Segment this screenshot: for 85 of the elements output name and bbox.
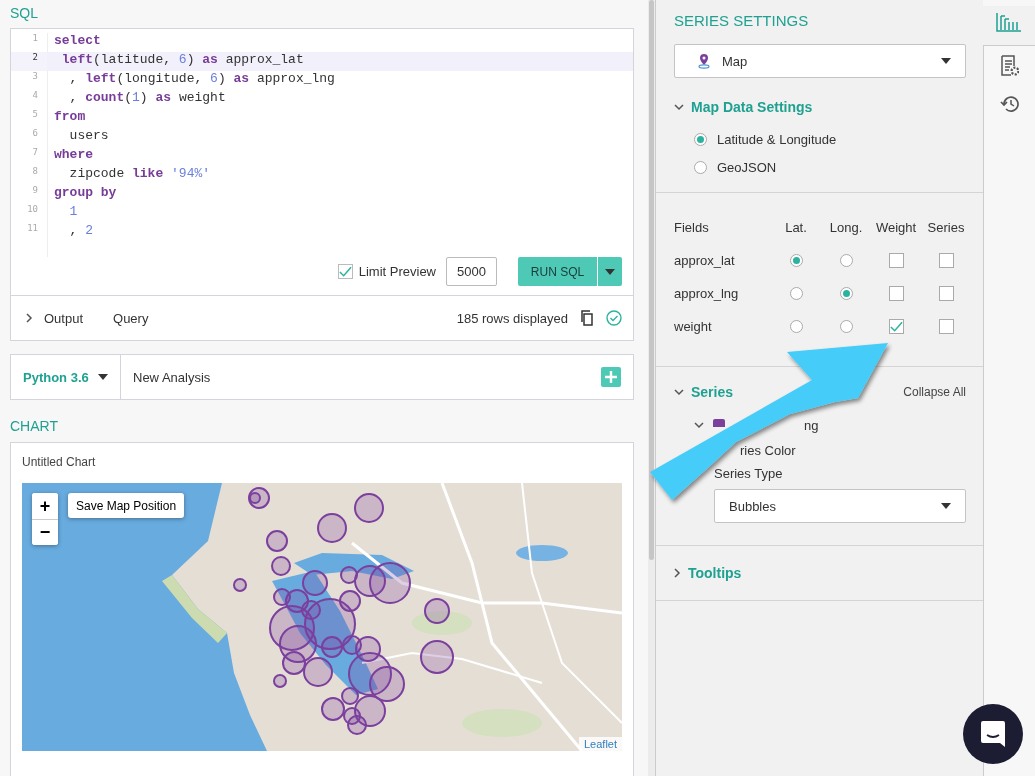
checkbox[interactable] — [888, 253, 904, 268]
line-number: 11 — [26, 223, 39, 235]
chevron-icon — [26, 313, 33, 323]
checkbox[interactable] — [337, 264, 353, 279]
checkbox[interactable] — [888, 319, 904, 334]
code-line[interactable]: zipcode like '94%' — [47, 166, 633, 185]
success-icon — [606, 310, 622, 326]
output-tab[interactable]: Output — [26, 310, 84, 326]
column-header: Weight — [874, 220, 918, 235]
chart-icon — [996, 12, 1022, 32]
checkbox[interactable] — [938, 319, 954, 334]
caret-icon — [98, 374, 108, 380]
caret-icon — [941, 503, 951, 509]
radio-button[interactable] — [789, 254, 803, 267]
analysis-name: New Analysis — [133, 369, 211, 385]
code-line[interactable]: where — [47, 147, 633, 166]
attribution-link[interactable]: Leaflet — [578, 737, 622, 751]
line-number: 10 — [26, 204, 39, 216]
code-line[interactable]: users — [47, 128, 633, 147]
report-settings-icon — [1000, 55, 1019, 77]
radio-button[interactable] — [839, 287, 853, 300]
column-header: Fields — [674, 220, 710, 235]
chart-title: Untitled Chart — [22, 455, 97, 471]
radio-button[interactable] — [839, 254, 853, 267]
column-header: Lat. — [784, 220, 808, 235]
code-line[interactable]: group by — [47, 185, 633, 204]
radio-button[interactable] — [789, 320, 803, 333]
chart-type-dropdown[interactable]: Map — [674, 44, 966, 78]
radio-label: GeoJSON — [717, 159, 777, 175]
line-number: 4 — [31, 90, 39, 102]
radio-button[interactable] — [694, 132, 707, 146]
dropdown-button[interactable] — [598, 257, 622, 286]
copy-icon[interactable] — [580, 310, 594, 326]
code-line[interactable]: 1 — [47, 204, 633, 223]
line-number: 5 — [31, 109, 39, 121]
line-number: 7 — [31, 147, 39, 159]
zoom-out-button[interactable]: − — [32, 519, 58, 545]
field-name: weight — [674, 319, 713, 334]
column-header: Long. — [828, 220, 864, 235]
collapse-all-button[interactable]: Collapse All — [903, 385, 966, 399]
series-name: ng — [804, 417, 819, 433]
line-number: 2 — [11, 52, 47, 71]
radio-label: Latitude & Longitude — [717, 131, 837, 147]
history-icon — [999, 95, 1020, 113]
column-header: Series — [926, 220, 966, 235]
code-line[interactable]: , count(1) as weight — [47, 90, 633, 109]
add-button[interactable] — [601, 367, 621, 387]
code-line[interactable]: select — [47, 33, 633, 52]
checkbox[interactable] — [938, 253, 954, 268]
checkbox[interactable] — [938, 286, 954, 301]
chat-icon — [980, 720, 1006, 748]
chevron-icon — [674, 568, 681, 578]
line-number: 9 — [31, 185, 39, 197]
rows-status: 185 rows displayed — [456, 310, 568, 326]
chevron-icon[interactable] — [694, 421, 704, 429]
page-title: SERIES SETTINGS — [674, 11, 810, 30]
save-map-position-button[interactable]: Save Map Position — [68, 493, 185, 518]
section-title: CHART — [10, 417, 59, 436]
field-name: approx_lat — [674, 253, 736, 268]
radio-button[interactable] — [789, 287, 803, 300]
section-title: SQL — [10, 4, 39, 23]
field-name: approx_lng — [674, 286, 740, 301]
code-line[interactable]: , 2 — [47, 223, 633, 242]
caret-icon — [605, 268, 615, 275]
chevron-icon — [674, 103, 684, 111]
checkbox-label: Limit Preview — [358, 264, 436, 279]
line-number: 1 — [31, 33, 39, 45]
zoom-in-button[interactable]: + — [32, 493, 58, 519]
line-number: 8 — [31, 166, 39, 178]
map-pin-icon — [697, 53, 711, 69]
caret-icon — [941, 58, 951, 64]
limit-field[interactable]: 5000 — [446, 257, 497, 286]
checkbox[interactable] — [888, 286, 904, 301]
code-line[interactable]: from — [47, 109, 633, 128]
line-number: 3 — [31, 71, 39, 83]
field-label: ries Color — [740, 443, 796, 459]
run-sql-button[interactable]: RUN SQL — [518, 257, 597, 286]
chevron-icon — [674, 388, 684, 396]
line-number: 6 — [31, 128, 39, 140]
series-type-dropdown[interactable]: Bubbles — [714, 489, 966, 523]
query-tab[interactable]: Query — [113, 310, 149, 326]
radio-button[interactable] — [694, 160, 707, 174]
code-line[interactable]: , left(longitude, 6) as approx_lng — [47, 71, 633, 90]
radio-button[interactable] — [839, 320, 853, 333]
field-label: Series Type — [714, 466, 783, 482]
